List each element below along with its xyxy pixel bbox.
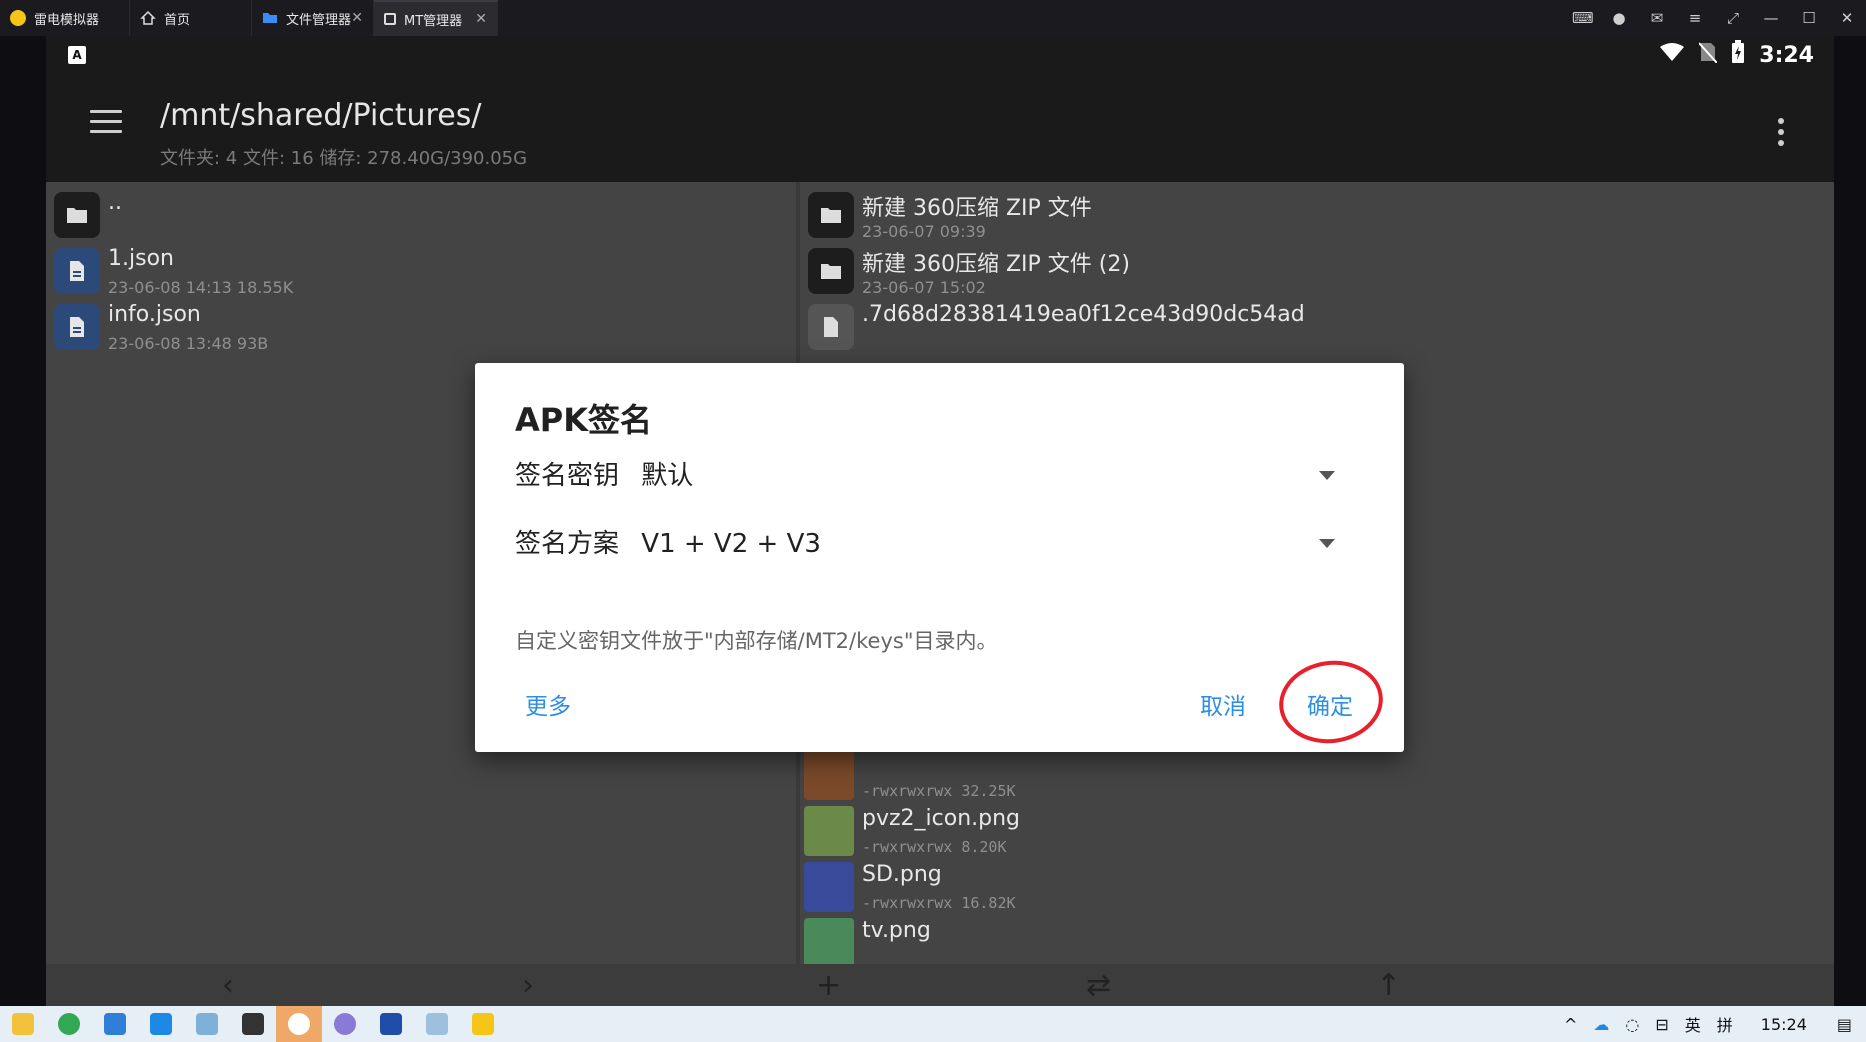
ldplayer-logo-icon[interactable] xyxy=(460,1006,506,1042)
no-sim-icon xyxy=(1698,41,1719,69)
chevron-up-icon[interactable]: ^ xyxy=(1564,1015,1577,1034)
up-arrow-icon[interactable]: ↑ xyxy=(1376,968,1401,1003)
outlook-icon[interactable] xyxy=(138,1006,184,1042)
keyboard-notification-icon: A xyxy=(68,46,86,64)
key-location-note: 自定义密钥文件放于"内部存储/MT2/keys"目录内。 xyxy=(515,629,998,653)
maximize-icon[interactable]: ☐ xyxy=(1800,9,1818,27)
more-button[interactable]: 更多 xyxy=(525,687,571,721)
ime-language[interactable]: 英 xyxy=(1685,1012,1701,1036)
minimize-icon[interactable]: — xyxy=(1762,9,1780,27)
tab-file-manager[interactable]: 文件管理器 ✕ xyxy=(252,0,374,36)
add-icon[interactable]: + xyxy=(816,968,841,1003)
app-icon[interactable] xyxy=(322,1006,368,1042)
storage-summary: 文件夹: 4 文件: 16 储存: 278.40G/390.05G xyxy=(160,148,528,169)
tab-label: MT管理器 xyxy=(404,13,463,29)
file-name: pvz2_icon.png xyxy=(862,806,1021,831)
document-icon xyxy=(808,304,854,350)
list-item[interactable]: .7d68d28381419ea0f12ce43d90dc54ad xyxy=(800,294,1834,360)
file-name: tv.png xyxy=(862,918,931,943)
gamepad-icon[interactable]: ⌨ xyxy=(1572,9,1594,27)
red-annotation-circle xyxy=(1273,654,1389,750)
folder-icon xyxy=(808,192,854,238)
app-icon[interactable] xyxy=(184,1006,230,1042)
bottom-toolbar: ‹ › + ⇄ ↑ xyxy=(46,964,1834,1006)
signing-key-select[interactable]: 签名密钥 默认 xyxy=(515,455,1335,495)
network-icon[interactable]: ⊟ xyxy=(1655,1015,1668,1034)
app-icon[interactable] xyxy=(368,1006,414,1042)
app-icon[interactable] xyxy=(414,1006,460,1042)
more-options-icon[interactable] xyxy=(1778,118,1784,151)
app-icon xyxy=(384,13,396,25)
system-clock[interactable]: 15:24 xyxy=(1761,1015,1807,1034)
back-arrow-icon[interactable]: ‹ xyxy=(222,968,234,1003)
app-tray-icon[interactable]: ◌ xyxy=(1625,1015,1639,1034)
apk-sign-dialog: APK签名 签名密钥 默认 签名方案 V1 + V2 + V3 自定义密钥文件放… xyxy=(475,363,1404,752)
file-name: SD.png xyxy=(862,862,942,887)
forward-arrow-icon[interactable]: › xyxy=(522,968,534,1003)
swap-icon[interactable]: ⇄ xyxy=(1086,968,1111,1003)
signing-key-value: 默认 xyxy=(641,461,694,491)
fullscreen-icon[interactable]: ⤢ xyxy=(1724,9,1742,27)
file-name: 新建 360压缩 ZIP 文件 (2) xyxy=(862,252,1130,277)
close-icon[interactable]: ✕ xyxy=(351,10,363,26)
file-name: 1.json xyxy=(108,246,174,271)
dropdown-arrow-icon xyxy=(1319,471,1335,480)
clock: 3:24 xyxy=(1759,42,1814,68)
menu-icon[interactable] xyxy=(90,110,122,134)
account-icon[interactable]: ● xyxy=(1610,9,1628,27)
file-name: info.json xyxy=(108,302,201,327)
mail-icon[interactable]: ✉ xyxy=(1648,9,1666,27)
app-bar: /mnt/shared/Pictures/ 文件夹: 4 文件: 16 储存: … xyxy=(46,76,1834,182)
app-icon[interactable] xyxy=(276,1006,322,1042)
image-thumbnail xyxy=(804,750,854,800)
document-icon xyxy=(54,304,100,350)
android-status-bar: A 3:24 xyxy=(46,36,1834,76)
menu-icon[interactable]: ≡ xyxy=(1686,9,1704,27)
image-thumbnail xyxy=(804,806,854,856)
file-meta: 23-06-08 13:48 93B xyxy=(108,334,269,353)
dialog-title: APK签名 xyxy=(515,401,653,439)
file-name: .7d68d28381419ea0f12ce43d90dc54ad xyxy=(862,302,1305,327)
signing-scheme-select[interactable]: 签名方案 V1 + V2 + V3 xyxy=(515,523,1335,563)
list-item[interactable]: info.json 23-06-08 13:48 93B xyxy=(46,294,796,360)
file-name: 新建 360压缩 ZIP 文件 xyxy=(862,196,1092,221)
windows-taskbar: ^ ☁ ◌ ⊟ 英 拼 15:24 ▤ xyxy=(0,1006,1866,1042)
tab-label: 首页 xyxy=(164,12,191,28)
emulator-tabbar: 雷电模拟器 首页 文件管理器 ✕ MT管理器 ✕ ⌨ ● ✉ ≡ ⤢ — ☐ ✕ xyxy=(0,0,1866,36)
wifi-icon xyxy=(1659,42,1685,68)
app-icon[interactable] xyxy=(92,1006,138,1042)
image-thumbnail xyxy=(804,862,854,912)
signing-key-label: 签名密钥 xyxy=(515,461,620,491)
folder-icon xyxy=(54,192,100,238)
close-icon[interactable]: ✕ xyxy=(475,11,487,27)
dropdown-arrow-icon xyxy=(1319,539,1335,548)
tab-home[interactable]: 首页 xyxy=(130,0,252,36)
tab-label: 文件管理器 xyxy=(286,12,352,28)
system-tray: ^ ☁ ◌ ⊟ 英 拼 15:24 ▤ xyxy=(1564,1006,1852,1042)
tab-label: 雷电模拟器 xyxy=(34,12,100,28)
folder-icon xyxy=(262,10,278,26)
cancel-button[interactable]: 取消 xyxy=(1200,687,1246,721)
app-icon[interactable] xyxy=(230,1006,276,1042)
close-window-icon[interactable]: ✕ xyxy=(1838,9,1856,27)
document-icon xyxy=(54,248,100,294)
edge-browser-icon[interactable] xyxy=(46,1006,92,1042)
window-controls: ⌨ ● ✉ ≡ ⤢ — ☐ ✕ xyxy=(1572,0,1856,36)
signing-scheme-value: V1 + V2 + V3 xyxy=(641,529,821,559)
list-item[interactable]: tv.png xyxy=(800,910,1834,964)
tab-mt-manager[interactable]: MT管理器 ✕ xyxy=(374,0,498,36)
ldplayer-logo-icon xyxy=(10,10,26,26)
image-thumbnail xyxy=(804,918,854,964)
notification-icon[interactable]: ▤ xyxy=(1837,1015,1852,1034)
file-name: .. xyxy=(108,190,122,215)
signing-scheme-label: 签名方案 xyxy=(515,529,620,559)
tab-ldplayer[interactable]: 雷电模拟器 xyxy=(0,0,130,36)
home-icon xyxy=(140,10,156,26)
current-path: /mnt/shared/Pictures/ xyxy=(160,98,482,133)
folder-icon xyxy=(808,248,854,294)
battery-charging-icon xyxy=(1731,40,1745,70)
ime-mode[interactable]: 拼 xyxy=(1717,1012,1733,1036)
file-explorer-icon[interactable] xyxy=(0,1006,46,1042)
cloud-icon[interactable]: ☁ xyxy=(1593,1015,1609,1034)
